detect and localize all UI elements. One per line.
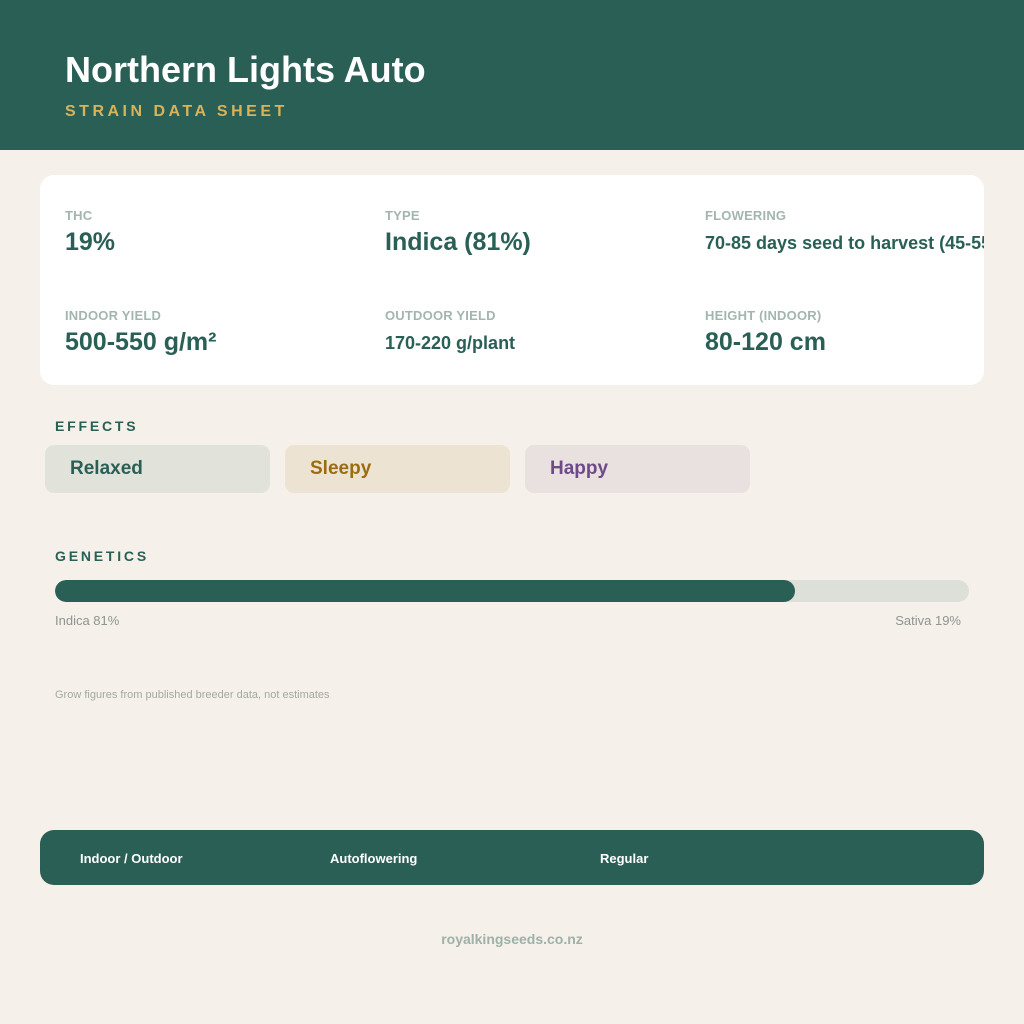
sativa-percentage-label: Sativa 19% xyxy=(895,613,961,628)
genetics-heading: GENETICS xyxy=(55,548,149,564)
effect-chip-relaxed: Relaxed xyxy=(45,445,270,493)
stat-value: 19% xyxy=(65,228,116,256)
genetics-bar-indica-fill xyxy=(55,580,796,602)
indica-percentage-label: Indica 81% xyxy=(55,613,120,628)
stat-label: INDOOR YIELD xyxy=(65,308,162,323)
header-banner: Northern Lights Auto STRAIN DATA SHEET xyxy=(0,0,1024,150)
stat-label: TYPE xyxy=(385,208,420,223)
footer-tag-environment: Indoor / Outdoor xyxy=(80,851,183,866)
footer-tag-flowering-type: Autoflowering xyxy=(330,851,418,866)
effect-chip-sleepy: Sleepy xyxy=(285,445,510,493)
stat-label: FLOWERING xyxy=(705,208,787,223)
stat-value: 80-120 cm xyxy=(705,328,826,356)
strain-data-sheet: Northern Lights Auto STRAIN DATA SHEET T… xyxy=(0,0,1024,1024)
page-subtitle: STRAIN DATA SHEET xyxy=(65,103,288,120)
genetics-bar xyxy=(55,580,969,602)
effect-chip-label: Relaxed xyxy=(70,458,143,479)
stat-label: HEIGHT (INDOOR) xyxy=(705,308,822,323)
footer-tag-seed-type: Regular xyxy=(600,851,649,866)
effect-chip-label: Sleepy xyxy=(310,458,372,479)
data-source-note: Grow figures from published breeder data… xyxy=(55,689,330,701)
stat-label: OUTDOOR YIELD xyxy=(385,308,496,323)
page-title: Northern Lights Auto xyxy=(65,49,426,90)
stat-label: THC xyxy=(65,208,93,223)
footer-tags-bar: Indoor / Outdoor Autoflowering Regular xyxy=(40,830,984,885)
stats-card: THC 19% TYPE Indica (81%) FLOWERING 70-8… xyxy=(40,175,984,385)
stat-value: 70-85 days seed to harvest (45-55 days xyxy=(705,233,984,253)
stat-value: Indica (81%) xyxy=(385,228,531,256)
effect-chip-happy: Happy xyxy=(525,445,750,493)
effects-heading: EFFECTS xyxy=(55,418,139,434)
stat-value: 500-550 g/m² xyxy=(65,328,217,356)
effect-chip-label: Happy xyxy=(550,458,609,479)
website-link[interactable]: royalkingseeds.co.nz xyxy=(0,931,1024,947)
stat-value: 170-220 g/plant xyxy=(385,333,516,353)
